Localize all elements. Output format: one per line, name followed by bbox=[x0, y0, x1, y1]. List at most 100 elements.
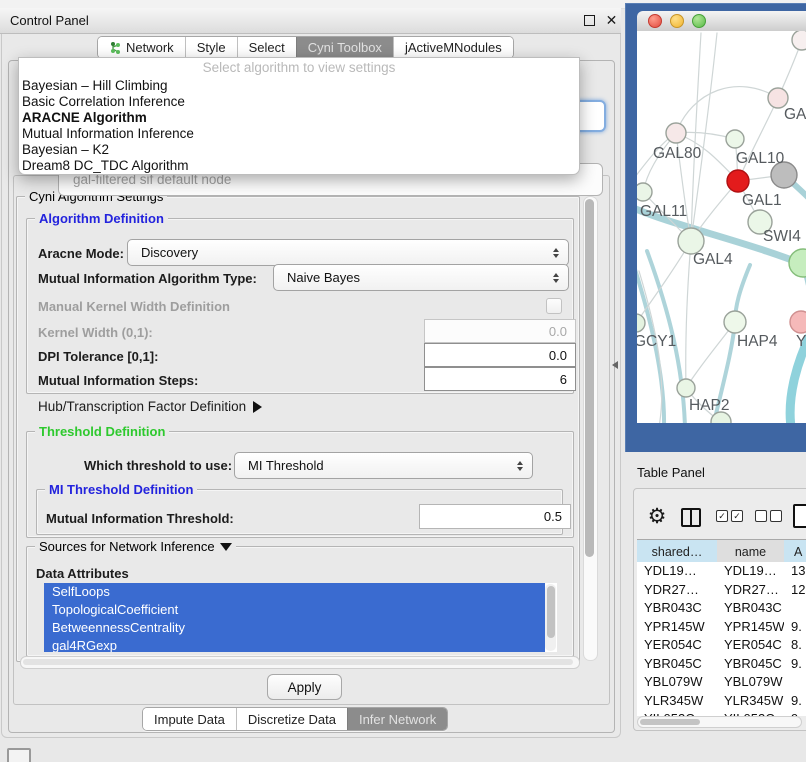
close-window-icon[interactable] bbox=[648, 14, 662, 28]
settings-scrollbar[interactable] bbox=[583, 196, 598, 661]
network-node-swi4[interactable] bbox=[789, 249, 806, 277]
table-cell[interactable] bbox=[784, 673, 806, 692]
network-canvas[interactable]: GALGAL80GAL10GAL1GAL11SWI4GAL4GCY1HAP4YH… bbox=[637, 31, 806, 423]
network-graph[interactable]: GALGAL80GAL10GAL1GAL11SWI4GAL4GCY1HAP4YH… bbox=[637, 31, 806, 423]
table-hscrollbar[interactable] bbox=[637, 716, 802, 728]
table-cell[interactable]: YDR27… bbox=[637, 581, 717, 600]
network-node-gal[interactable] bbox=[768, 88, 788, 108]
float-panel-button[interactable] bbox=[583, 14, 596, 27]
tab-style[interactable]: Style bbox=[185, 37, 237, 58]
algorithm-option[interactable]: ARACNE Algorithm bbox=[19, 110, 579, 126]
checked-pair-icon[interactable]: ✓✓ bbox=[716, 510, 743, 522]
zoom-window-icon[interactable] bbox=[692, 14, 706, 28]
table-cell[interactable]: 13 bbox=[784, 562, 806, 581]
algorithm-option[interactable]: Mutual Information Inference bbox=[19, 126, 579, 142]
aracne-mode-combobox[interactable]: Discovery bbox=[127, 239, 569, 266]
settings-hscrollbar-thumb[interactable] bbox=[23, 659, 573, 665]
network-node-hap4[interactable] bbox=[724, 311, 746, 333]
mi-type-label: Mutual Information Algorithm Type: bbox=[38, 271, 257, 286]
table-column: YDL19…YDR27…YBR043CYPR145WYER054CYBR045C… bbox=[717, 562, 785, 716]
data-attribute-item[interactable]: TopologicalCoefficient bbox=[44, 601, 545, 619]
panel-collapse-arrow-icon[interactable] bbox=[612, 361, 618, 369]
column-header-name[interactable]: name bbox=[717, 539, 785, 564]
table-cell[interactable]: YDL19… bbox=[637, 562, 717, 581]
data-attribute-item[interactable]: SelfLoops bbox=[44, 583, 545, 601]
tab-impute-data[interactable]: Impute Data bbox=[143, 708, 236, 730]
table-cell[interactable]: YBR045C bbox=[637, 655, 717, 674]
settings-hscrollbar[interactable] bbox=[20, 656, 580, 669]
settings-scrollbar-thumb[interactable] bbox=[585, 199, 594, 557]
column-header-shared[interactable]: shared… bbox=[637, 539, 718, 564]
document-icon[interactable] bbox=[793, 504, 806, 528]
minimized-panel-icon[interactable] bbox=[7, 748, 31, 762]
table-cell[interactable]: YBR043C bbox=[717, 599, 784, 618]
network-node-gal80[interactable] bbox=[666, 123, 686, 143]
tab-infer-network[interactable]: Infer Network bbox=[347, 708, 447, 730]
table-panel-title: Table Panel bbox=[637, 465, 705, 480]
network-node-labels: GALGAL80GAL10GAL1GAL11SWI4GAL4GCY1HAP4YH… bbox=[637, 106, 806, 414]
table-cell[interactable]: 9. bbox=[784, 618, 806, 637]
table-hscrollbar-thumb[interactable] bbox=[640, 719, 700, 725]
table-cell[interactable]: 12 bbox=[784, 581, 806, 600]
minimize-window-icon[interactable] bbox=[670, 14, 684, 28]
column-header-A[interactable]: A bbox=[784, 539, 806, 564]
network-window-titlebar[interactable] bbox=[637, 11, 806, 32]
table-cell[interactable]: YDL19… bbox=[717, 562, 784, 581]
algorithm-option[interactable]: Dream8 DC_TDC Algorithm bbox=[19, 158, 579, 174]
network-node-gal11[interactable] bbox=[637, 183, 652, 201]
tab-label: Style bbox=[197, 40, 226, 55]
table-cell[interactable]: 9. bbox=[784, 692, 806, 711]
algorithm-option[interactable]: Bayesian – Hill Climbing bbox=[19, 78, 579, 94]
mi-threshold-group-title: MI Threshold Definition bbox=[45, 482, 197, 497]
table-cell[interactable]: YBL079W bbox=[637, 673, 717, 692]
dpi-tolerance-field[interactable]: 0.0 bbox=[424, 343, 576, 367]
table-cell[interactable]: YLR345W bbox=[717, 692, 784, 711]
close-panel-button[interactable]: ✕ bbox=[605, 14, 618, 27]
kernel-width-field[interactable]: 0.0 bbox=[424, 319, 576, 343]
network-node[interactable] bbox=[792, 31, 806, 50]
network-node-gcy1[interactable] bbox=[637, 314, 645, 332]
attribute-list-scrollbar-thumb[interactable] bbox=[547, 586, 555, 638]
table-cell[interactable]: YLR345W bbox=[637, 692, 717, 711]
network-nodes[interactable] bbox=[637, 31, 806, 423]
network-node[interactable] bbox=[727, 170, 749, 192]
mi-type-combobox[interactable]: Naive Bayes bbox=[273, 264, 569, 291]
tab-discretize-data[interactable]: Discretize Data bbox=[236, 708, 347, 730]
table-cell[interactable]: YBR043C bbox=[637, 599, 717, 618]
table-cell[interactable]: YPR145W bbox=[717, 618, 784, 637]
network-node-y[interactable] bbox=[790, 311, 806, 333]
data-attribute-item[interactable]: BetweennessCentrality bbox=[44, 619, 545, 637]
network-node-hap2[interactable] bbox=[677, 379, 695, 397]
which-threshold-value: MI Threshold bbox=[248, 458, 517, 473]
algorithm-option[interactable]: Basic Correlation Inference bbox=[19, 94, 579, 110]
tab-network[interactable]: Network bbox=[98, 37, 185, 58]
aracne-mode-label: Aracne Mode: bbox=[38, 246, 124, 261]
apply-button[interactable]: Apply bbox=[267, 674, 342, 700]
split-columns-icon[interactable] bbox=[681, 508, 701, 527]
table-cell[interactable]: 8. bbox=[784, 636, 806, 655]
which-threshold-combobox[interactable]: MI Threshold bbox=[234, 452, 533, 479]
table-cell[interactable]: YER054C bbox=[717, 636, 784, 655]
table-cell[interactable]: YBL079W bbox=[717, 673, 784, 692]
tab-jactivemnodules[interactable]: jActiveMNodules bbox=[393, 37, 513, 58]
stepper-icon bbox=[553, 273, 559, 283]
algorithm-option[interactable]: Bayesian – K2 bbox=[19, 142, 579, 158]
tab-cyni-toolbox[interactable]: Cyni Toolbox bbox=[296, 37, 393, 58]
algorithm-dropdown-items: Bayesian – Hill ClimbingBasic Correlatio… bbox=[19, 78, 579, 174]
gear-icon[interactable]: ⚙ bbox=[646, 505, 668, 527]
tab-select[interactable]: Select bbox=[237, 37, 296, 58]
table-cell[interactable]: YDR27… bbox=[717, 581, 784, 600]
table-cell[interactable]: YPR145W bbox=[637, 618, 717, 637]
table-cell[interactable]: YBR045C bbox=[717, 655, 784, 674]
mi-steps-field[interactable]: 6 bbox=[424, 367, 576, 391]
table-cell[interactable]: 9. bbox=[784, 655, 806, 674]
unchecked-pair-icon[interactable] bbox=[755, 510, 782, 522]
hub-section-toggle[interactable]: Hub/Transcription Factor Definition bbox=[38, 399, 262, 414]
table-cell[interactable] bbox=[784, 599, 806, 618]
data-attribute-item[interactable]: gal4RGexp bbox=[44, 637, 545, 652]
network-node-gal10[interactable] bbox=[726, 130, 744, 148]
manual-kernel-checkbox[interactable] bbox=[546, 298, 562, 314]
table-column: 13129.8.9.9.9 bbox=[784, 562, 806, 716]
mi-threshold-field[interactable]: 0.5 bbox=[419, 504, 571, 529]
table-cell[interactable]: YER054C bbox=[637, 636, 717, 655]
